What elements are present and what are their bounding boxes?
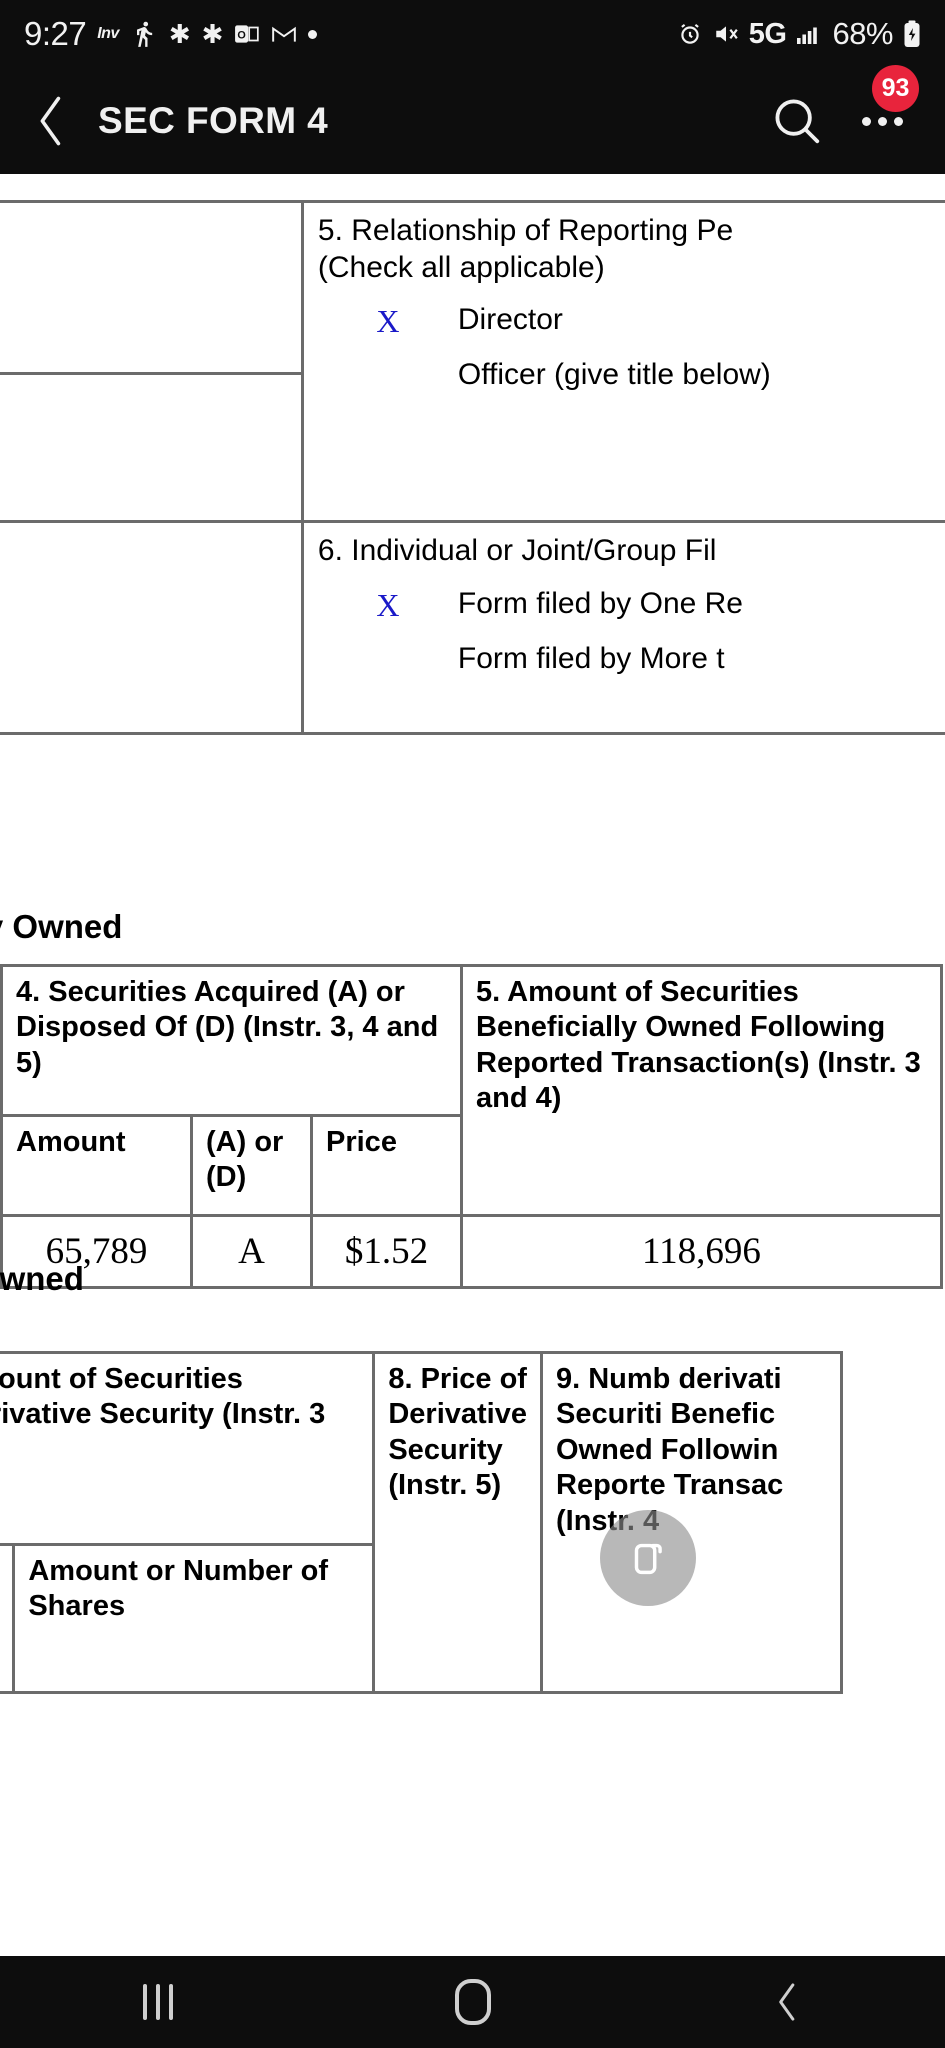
nav-back-icon [778, 1983, 794, 2021]
table-1-col-5-header: 5. Amount of Securities Beneficially Own… [460, 964, 943, 1217]
notification-badge: 93 [872, 65, 919, 112]
screenshot-assistant-button[interactable] [600, 1510, 696, 1606]
subheader-a-or-d: (A) or (D) [190, 1114, 313, 1217]
table-2-band-line-1: ed of, or Beneficially Owned [0, 1260, 84, 1297]
checkbox-mark: X [376, 586, 400, 623]
battery-percent-label: 68% [832, 16, 893, 51]
section-5-cell: 5. Relationship of Reporting Pe (Check a… [300, 200, 945, 523]
table-row: AC ] 5. Relationship of Reporting Pe (Ch… [0, 200, 945, 523]
section-5-subtitle: (Check all applicable) [317, 250, 605, 284]
table-2-band-line-2: vertible securities) [0, 1300, 945, 1341]
checkbox-label: Officer (give title below) [457, 358, 771, 392]
app-bar-actions: 93 [761, 65, 945, 157]
status-bar-left: 9:27 Inv ✱ ✱ O [24, 15, 318, 53]
table-2-col-9-header: 9. Numb derivati Securiti Benefic Owned … [540, 1351, 843, 1694]
network-type-label: 5G [748, 17, 787, 50]
checkbox-label: Director [457, 303, 563, 337]
table-1-col-4-header: 4. Securities Acquired (A) or Disposed O… [0, 964, 463, 1117]
table-1: 4. Securities Acquired (A) or Disposed O… [0, 964, 943, 1290]
subheader-amount-or-shares: Amount or Number of Shares [12, 1543, 376, 1694]
status-bar-right: 5G 68% [677, 16, 921, 52]
table-row: 4. Securities Acquired (A) or Disposed O… [0, 964, 943, 1217]
table-row: le and 7. Title and Amount of Securities… [0, 1351, 843, 1694]
asterisk-icon: ✱ [168, 19, 191, 49]
gmail-icon [271, 21, 297, 47]
recents-button[interactable] [58, 1956, 258, 2048]
checkbox-row-director[interactable]: X Director [318, 302, 945, 341]
search-button[interactable] [761, 85, 833, 157]
screenshot-assistant-icon [634, 1543, 662, 1575]
back-button[interactable] [0, 92, 90, 150]
date-cell-2: h/Day/Year) [0, 520, 304, 735]
subheader-price: Price [310, 1114, 463, 1217]
runner-icon [130, 20, 158, 48]
home-icon [454, 1979, 491, 2025]
page-title: SEC FORM 4 [98, 100, 329, 141]
checkbox-mark: X [376, 303, 400, 340]
section-5-title: 5. Relationship of Reporting Pe [317, 214, 734, 247]
overflow-menu-icon [861, 116, 903, 126]
document-viewport[interactable]: AC ] 5. Relationship of Reporting Pe (Ch… [0, 174, 945, 1956]
signal-bars-icon [796, 22, 822, 46]
nav-back-button[interactable] [688, 1956, 888, 2048]
issuer-cell: AC ] [0, 200, 304, 375]
svg-text:O: O [238, 29, 246, 41]
home-button[interactable] [373, 1956, 573, 2048]
table-2: le and 7. Title and Amount of Securities… [0, 1351, 843, 1694]
app-bar: SEC FORM 4 93 [0, 65, 945, 174]
subheader-amount: Amount [0, 1114, 193, 1217]
table-2-col-7-header: 7. Title and Amount of Securities Underl… [0, 1351, 376, 1546]
table-1-band: osed of, or Beneficially Owned [0, 908, 123, 945]
table-2-col-8-header: 8. Price of Derivative Security (Instr. … [372, 1351, 543, 1694]
phone-screen: 9:27 Inv ✱ ✱ O 5G 68% SEC FORM 4 93 5. R… [0, 0, 945, 2048]
checkbox-label: Form filed by More t [457, 641, 725, 675]
search-icon [775, 99, 820, 144]
checkbox-row-more-than-one[interactable]: Form filed by More t [318, 641, 945, 678]
volume-muted-icon [713, 21, 739, 47]
status-clock: 9:27 [24, 15, 87, 52]
recents-icon [142, 1984, 173, 2020]
inv-app-icon: Inv [97, 25, 119, 42]
table-row: h/Day/Year) 6. Individual or Joint/Group… [0, 520, 945, 735]
back-chevron-icon [40, 96, 61, 146]
checkbox-row-officer[interactable]: Officer (give title below) [318, 357, 945, 394]
date-cell-1: ear) [0, 372, 304, 523]
battery-charging-icon [903, 20, 921, 48]
section-6-cell: 6. Individual or Joint/Group Fil X Form … [300, 520, 945, 735]
asterisk-icon: ✱ [201, 19, 224, 49]
overflow-menu-button[interactable]: 93 [847, 65, 919, 157]
section-6-title: 6. Individual or Joint/Group Fil [317, 534, 717, 567]
checkbox-row-one-reporting-person[interactable]: X Form filed by One Re [318, 586, 945, 625]
form-header-table: AC ] 5. Relationship of Reporting Pe (Ch… [0, 200, 945, 735]
alarm-icon [677, 21, 703, 47]
system-navigation-bar [0, 1956, 945, 2048]
table-2-band: ed of, or Beneficially Owned vertible se… [0, 1259, 945, 1341]
subheader-title: Title [0, 1543, 16, 1694]
status-bar: 9:27 Inv ✱ ✱ O 5G 68% [0, 0, 945, 68]
dot-icon [308, 29, 318, 39]
checkbox-label: Form filed by One Re [457, 586, 743, 620]
outlook-icon: O [234, 21, 260, 47]
